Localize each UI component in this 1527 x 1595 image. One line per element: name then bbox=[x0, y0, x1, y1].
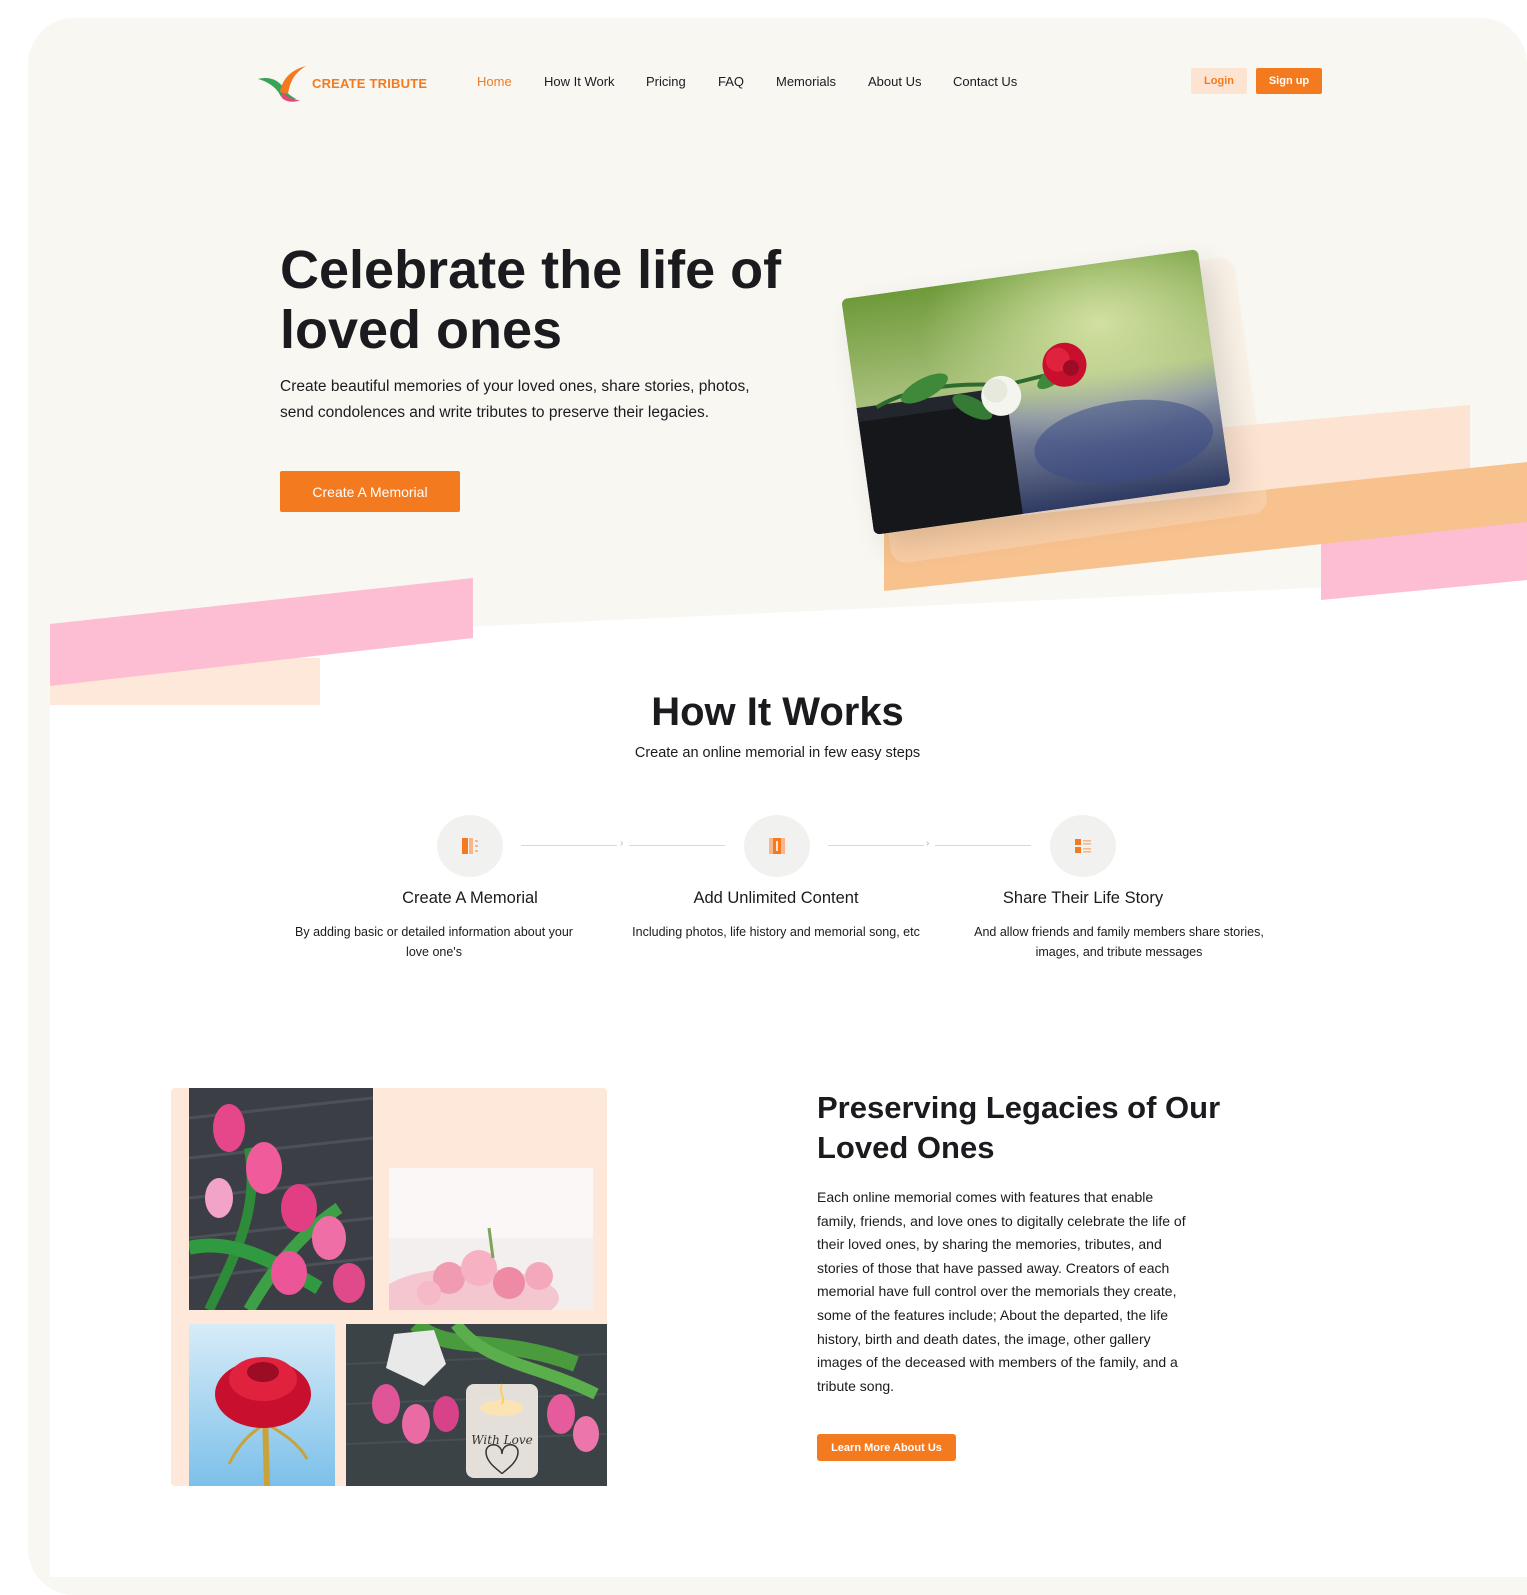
hero-rose-photo bbox=[841, 249, 1231, 535]
nav-memorials[interactable]: Memorials bbox=[776, 74, 868, 89]
pink-roses-photo bbox=[389, 1168, 593, 1310]
main-nav: Home How It Work Pricing FAQ Memorials A… bbox=[477, 74, 1043, 89]
hero-subtitle: Create beautiful memories of your loved … bbox=[280, 378, 750, 421]
brand-logo[interactable]: CREATE TRIBUTE bbox=[256, 62, 427, 104]
nav-about-us[interactable]: About Us bbox=[868, 74, 953, 89]
step-connector bbox=[521, 845, 617, 846]
share-icon bbox=[1075, 839, 1091, 853]
memorial-icon bbox=[462, 838, 478, 854]
step-1-circle bbox=[437, 815, 503, 877]
arrow-right-icon: › bbox=[620, 838, 624, 849]
step-3-circle bbox=[1050, 815, 1116, 877]
create-memorial-button[interactable]: Create A Memorial bbox=[280, 471, 460, 512]
how-it-works-title: How It Works bbox=[651, 690, 904, 734]
learn-more-button[interactable]: Learn More About Us bbox=[817, 1434, 956, 1461]
candle-photo: With Love bbox=[346, 1324, 607, 1486]
tulips-photo bbox=[189, 1088, 373, 1310]
nav-contact-us[interactable]: Contact Us bbox=[953, 74, 1043, 89]
step-3-title: Share Their Life Story bbox=[1002, 889, 1164, 907]
nav-faq[interactable]: FAQ bbox=[718, 74, 776, 89]
step-1-title: Create A Memorial bbox=[402, 889, 538, 907]
step-2-title: Add Unlimited Content bbox=[693, 889, 859, 907]
legacies-title: Preserving Legacies of Our Loved Ones bbox=[817, 1090, 1221, 1165]
how-it-works-subtitle: Create an online memorial in few easy st… bbox=[634, 745, 921, 761]
step-2-text: Including photos, life history and memor… bbox=[632, 925, 920, 939]
nav-pricing[interactable]: Pricing bbox=[646, 74, 718, 89]
step-1-text: By adding basic or detailed information … bbox=[295, 925, 573, 959]
nav-how-it-work[interactable]: How It Work bbox=[544, 74, 646, 89]
legacies-text: Each online memorial comes with features… bbox=[817, 1189, 1186, 1394]
nav-home[interactable]: Home bbox=[477, 74, 544, 89]
candle-label: With Love bbox=[471, 1433, 532, 1447]
step-connector bbox=[935, 845, 1031, 846]
arrow-right-icon: › bbox=[926, 838, 930, 849]
hero-title: Celebrate the life of loved ones bbox=[280, 240, 782, 360]
login-button[interactable]: Login bbox=[1191, 68, 1247, 94]
step-connector bbox=[629, 845, 725, 846]
content-icon bbox=[769, 838, 785, 854]
step-3-text: And allow friends and family members sha… bbox=[974, 925, 1264, 959]
signup-button[interactable]: Sign up bbox=[1256, 68, 1322, 94]
brand-name: CREATE TRIBUTE bbox=[312, 75, 428, 91]
step-2-circle bbox=[744, 815, 810, 877]
page-frame: CREATE TRIBUTE Home How It Work Pricing … bbox=[28, 18, 1527, 1595]
bird-logo-icon bbox=[258, 66, 306, 102]
step-connector bbox=[828, 845, 924, 846]
red-rose-photo bbox=[189, 1324, 335, 1486]
